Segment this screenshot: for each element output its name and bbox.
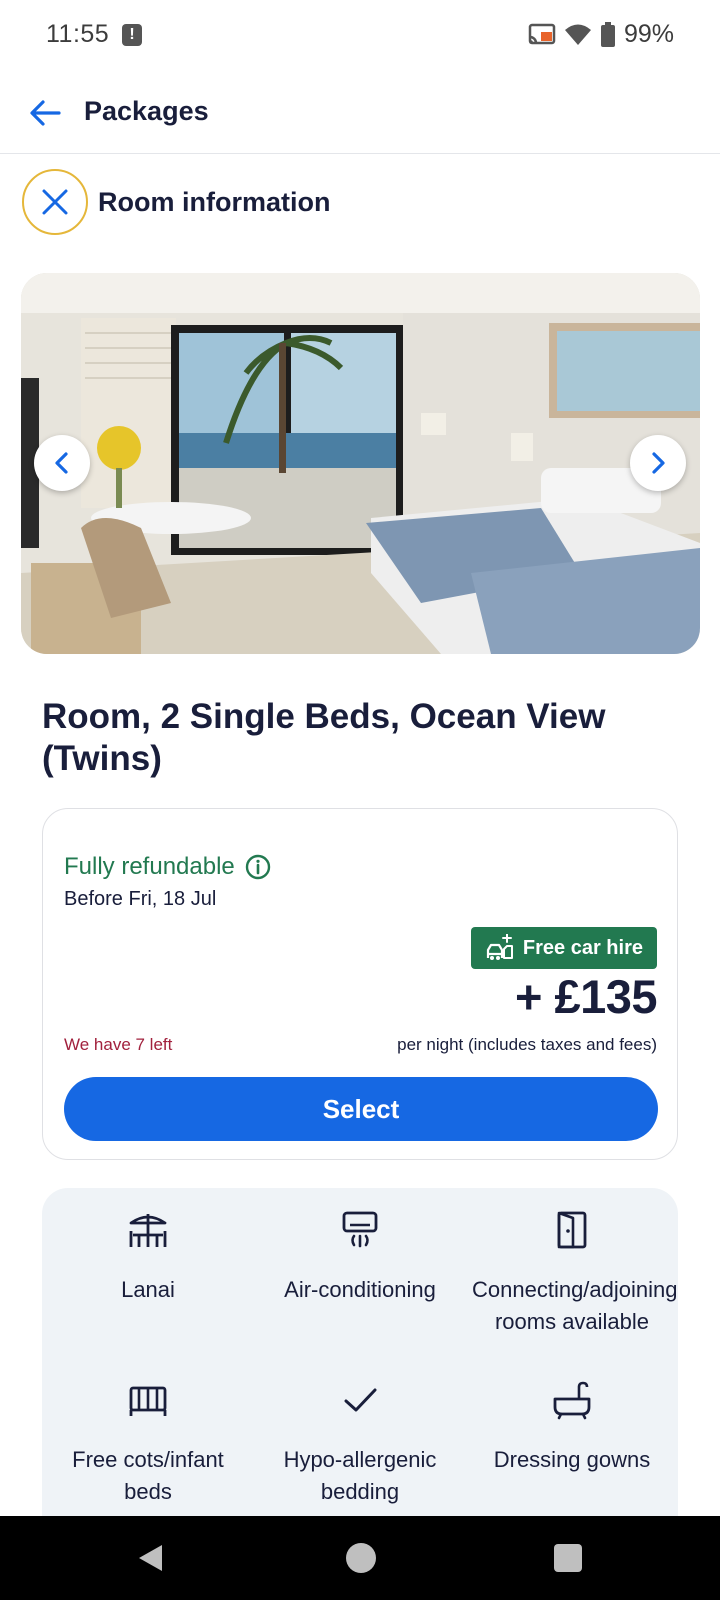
amenities-section: Lanai Air-conditioning Connecting/adjoin… [42,1188,678,1518]
battery-icon [600,21,615,47]
car-icon [486,934,513,960]
room-info-header: Room information [22,169,330,235]
air-conditioning-icon [342,1211,378,1248]
checkmark-icon [344,1388,377,1412]
gallery-previous-button[interactable] [34,435,90,491]
availability-text: We have 7 left [64,1035,173,1054]
nav-home-icon[interactable] [346,1543,376,1573]
page-title: Packages [84,96,209,126]
bathtub-icon [553,1381,591,1420]
room-photo-gallery[interactable] [21,273,700,654]
back-button[interactable] [22,90,68,136]
price-card: Fully refundable Before Fri, 18 Jul Free… [42,808,678,1160]
price: + £135 [514,970,658,1023]
status-icons: 99% [528,20,674,49]
room-photo [21,273,700,654]
amenity-label: Dressing gowns [493,1447,651,1472]
nav-back-icon[interactable] [136,1543,166,1573]
chevron-left-icon [55,452,68,474]
room-title: Room, 2 Single Beds, Ocean View (Twins) [42,697,606,778]
amenity-dressing-gowns: Dressing gowns [472,1378,672,1476]
cast-icon [528,23,556,44]
wifi-icon [564,24,591,45]
amenity-air-conditioning: Air-conditioning [260,1208,460,1306]
cot-icon [129,1386,167,1416]
info-icon[interactable] [245,854,271,880]
close-icon [42,189,68,215]
per-night-note: per night (includes taxes and fees) [397,1035,657,1054]
room-info-title: Room information [98,186,331,217]
notification-alert-icon [122,24,142,46]
free-car-hire-badge: Free car hire [470,927,657,969]
top-app-bar: Packages [0,72,720,154]
amenity-label: Connecting/adjoining rooms available [472,1277,678,1334]
status-time: 11:55 [46,20,110,48]
system-navigation-bar [0,1516,720,1600]
amenity-label: Free cots/infant beds [72,1447,224,1504]
lanai-icon [129,1214,167,1247]
nav-recents-icon[interactable] [554,1544,582,1572]
door-icon [557,1211,587,1249]
status-bar: 11:55 99% [0,0,720,72]
refund-row: Fully refundable [64,853,271,881]
amenity-connecting-rooms: Connecting/adjoining rooms available [472,1208,678,1338]
amenity-label: Lanai [121,1277,175,1302]
select-button[interactable]: Select [64,1077,658,1141]
gallery-next-button[interactable] [630,435,686,491]
refund-date: Before Fri, 18 Jul [64,888,217,910]
amenity-hypoallergenic: Hypo-allergenic bedding [260,1378,460,1508]
battery-percentage: 99% [623,20,674,48]
refund-label: Fully refundable [64,853,235,880]
amenity-label: Hypo-allergenic bedding [283,1447,437,1504]
close-button[interactable] [22,169,88,235]
arrow-left-icon [30,100,61,126]
chevron-right-icon [652,452,665,474]
amenity-lanai: Lanai [48,1208,248,1306]
amenity-cots: Free cots/infant beds [48,1378,248,1508]
amenity-label: Air-conditioning [284,1277,436,1302]
badge-label: Free car hire [522,936,643,959]
